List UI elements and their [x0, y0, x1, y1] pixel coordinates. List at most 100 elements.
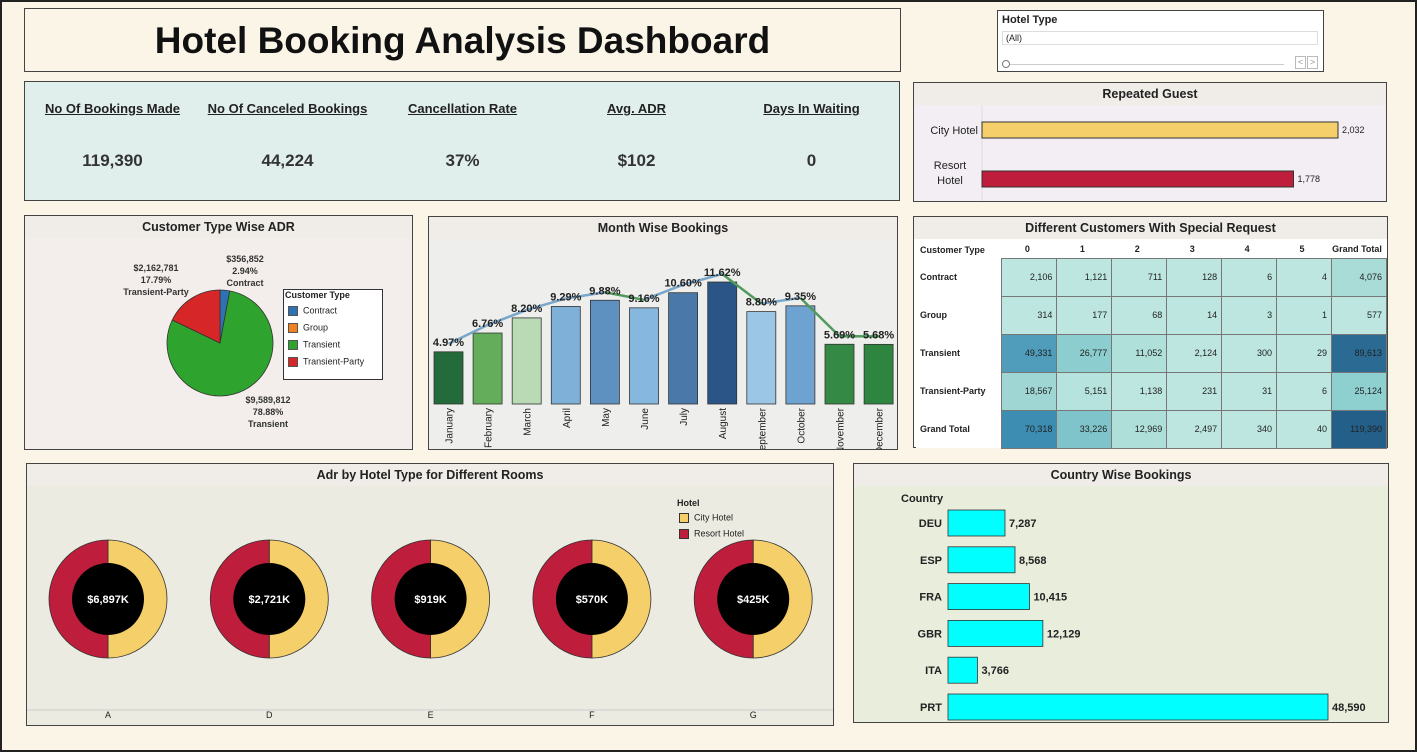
panel-title: Different Customers With Special Request	[914, 217, 1387, 239]
month-bar[interactable]	[863, 343, 894, 405]
month-bookings-chart: 4.97% January 6.76% February 8.20% March 9.29%…	[433, 267, 895, 449]
row-header: Contract	[916, 258, 1002, 296]
legend-item-group[interactable]: Group	[288, 322, 328, 333]
country-label: PRT	[920, 702, 942, 714]
kpi-value: 44,224	[261, 151, 314, 170]
table-cell[interactable]: 340	[1221, 409, 1278, 449]
legend-label: Transient-Party	[303, 356, 365, 367]
legend-item-transient[interactable]: Transient	[288, 339, 340, 350]
donut-total-label: $2,721K	[249, 594, 291, 606]
month-tick-label: April	[562, 408, 573, 428]
table-cell[interactable]: 2,124	[1166, 333, 1223, 373]
table-cell[interactable]: 40	[1276, 409, 1332, 449]
table-cell[interactable]: 711	[1111, 257, 1168, 297]
table-cell[interactable]: 49,331	[1001, 333, 1058, 373]
country-bar[interactable]	[947, 509, 1006, 537]
panel-title: Repeated Guest	[914, 83, 1386, 105]
country-bar[interactable]	[947, 583, 1030, 610]
month-bar[interactable]	[589, 299, 620, 405]
filter-slider-handle[interactable]	[1002, 60, 1010, 68]
month-tick-label: August	[718, 408, 729, 439]
table-cell[interactable]: 6	[1276, 371, 1332, 411]
filter-next-button[interactable]: >	[1307, 56, 1318, 69]
value-label: 1,778	[1298, 174, 1321, 184]
corner-header: Customer Type	[916, 241, 1002, 258]
table-cell[interactable]: 68	[1111, 295, 1168, 335]
month-bar[interactable]	[785, 305, 816, 405]
legend-swatch	[288, 305, 298, 316]
filter-prev-button[interactable]: <	[1295, 56, 1306, 69]
month-bar[interactable]	[668, 292, 699, 405]
table-cell[interactable]: 300	[1221, 333, 1278, 373]
month-tick-label: March	[523, 408, 534, 436]
hotel-type-select[interactable]: (All)	[1002, 31, 1318, 45]
column-header: 0	[1001, 241, 1057, 258]
country-label: ITA	[925, 665, 942, 677]
country-bar[interactable]	[947, 656, 978, 684]
table-cell[interactable]: 2,497	[1166, 409, 1223, 449]
month-bar[interactable]	[824, 343, 855, 405]
table-cell[interactable]: 12,969	[1111, 409, 1168, 449]
bar-value-label: 5.68%	[863, 329, 894, 341]
table-cell[interactable]: 89,613	[1330, 333, 1388, 373]
country-label: DEU	[919, 518, 942, 530]
table-cell[interactable]: 4	[1276, 257, 1332, 297]
month-tick-label: February	[484, 408, 495, 448]
repeated-guest-bar[interactable]	[981, 170, 1294, 188]
table-cell[interactable]: 577	[1330, 295, 1388, 335]
table-cell[interactable]: 29	[1276, 333, 1332, 373]
table-cell[interactable]: 33,226	[1056, 409, 1113, 449]
table-cell[interactable]: 2,106	[1001, 257, 1058, 297]
month-bar[interactable]	[511, 317, 542, 405]
kpi-value: 119,390	[82, 151, 143, 170]
table-cell[interactable]: 5,151	[1056, 371, 1113, 411]
filter-slider-track[interactable]	[1008, 64, 1284, 65]
country-label: GBR	[918, 628, 943, 640]
room-type-label: D	[266, 710, 273, 720]
month-bar[interactable]	[707, 281, 738, 405]
value-label: 12,129	[1047, 628, 1081, 640]
repeated-guest-bar[interactable]	[981, 121, 1339, 139]
customer-type-legend: Customer Type Contract Group Transient Tran…	[283, 289, 383, 380]
table-cell[interactable]: 128	[1166, 257, 1223, 297]
country-bar[interactable]	[947, 693, 1329, 721]
legend-item-city-hotel[interactable]: City Hotel	[679, 512, 733, 523]
month-bar[interactable]	[629, 307, 659, 405]
table-cell[interactable]: 1,138	[1111, 371, 1168, 411]
slice-name-label: Contract	[226, 278, 263, 288]
month-wise-bookings-panel: Month Wise Bookings 4.97% January 6.76% Feb…	[428, 216, 898, 450]
filter-label: Hotel Type	[1002, 14, 1058, 26]
country-bar[interactable]	[947, 546, 1016, 574]
table-cell[interactable]: 119,390	[1330, 409, 1388, 449]
table-cell[interactable]: 231	[1166, 371, 1223, 411]
table-cell[interactable]: 1	[1276, 295, 1332, 335]
country-bar[interactable]	[947, 619, 1044, 647]
table-cell[interactable]: 314	[1001, 295, 1058, 335]
bar-value-label: 8.80%	[746, 297, 777, 309]
legend-item-contract[interactable]: Contract	[288, 305, 337, 316]
table-cell[interactable]: 18,567	[1001, 371, 1058, 411]
month-bar[interactable]	[550, 306, 581, 405]
legend-item-resort-hotel[interactable]: Resort Hotel	[679, 528, 744, 539]
table-cell[interactable]: 70,318	[1001, 409, 1058, 449]
bar-value-label: 9.88%	[589, 285, 620, 297]
table-cell[interactable]: 26,777	[1056, 333, 1113, 373]
month-bar[interactable]	[472, 332, 503, 405]
table-cell[interactable]: 11,052	[1111, 333, 1168, 373]
row-header: Grand Total	[916, 410, 1002, 448]
table-cell[interactable]: 31	[1221, 371, 1278, 411]
category-label: Hotel	[937, 175, 963, 187]
table-cell[interactable]: 1,121	[1056, 257, 1113, 297]
table-cell[interactable]: 25,124	[1330, 371, 1388, 411]
table-cell[interactable]: 177	[1056, 295, 1113, 335]
month-bar[interactable]	[746, 311, 777, 405]
table-cell[interactable]: 14	[1166, 295, 1223, 335]
legend-item-transient-party[interactable]: Transient-Party	[288, 356, 364, 367]
month-bar[interactable]	[433, 351, 464, 405]
bar-value-label: 9.16%	[628, 293, 659, 305]
table-cell[interactable]: 4,076	[1330, 257, 1388, 297]
table-cell[interactable]: 3	[1221, 295, 1278, 335]
legend-swatch	[288, 322, 298, 333]
table-cell[interactable]: 6	[1221, 257, 1278, 297]
kpi-label: No Of Canceled Bookings	[207, 101, 368, 116]
